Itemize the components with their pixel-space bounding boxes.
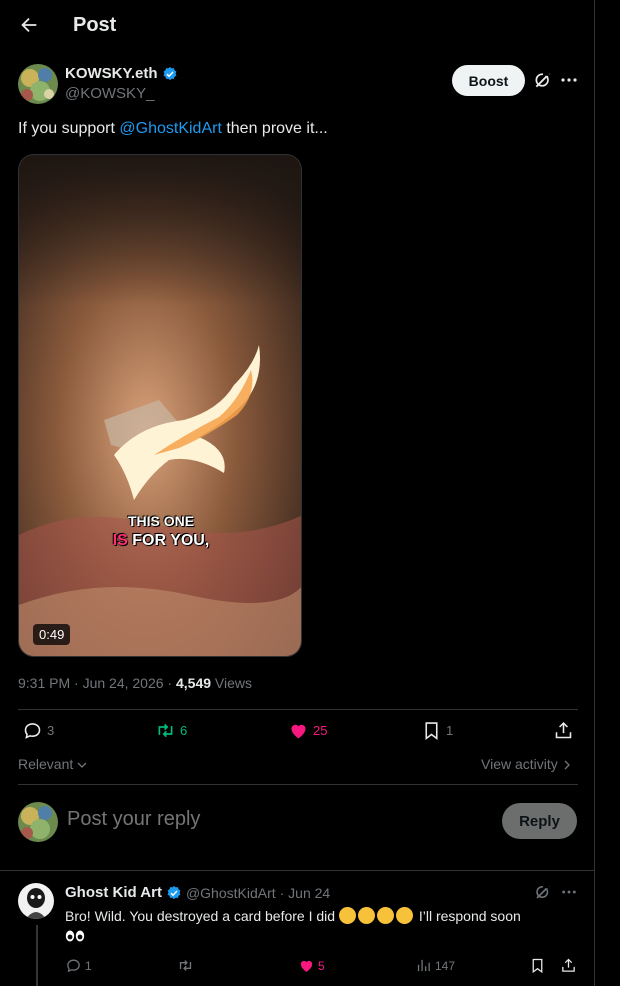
reply-views-count: 147: [435, 958, 456, 973]
reply-share-action[interactable]: [560, 957, 577, 974]
thread-line: [36, 925, 38, 986]
divider: [18, 709, 578, 710]
grok-icon[interactable]: [534, 883, 552, 901]
reply-button[interactable]: Reply: [502, 803, 577, 839]
back-arrow-icon[interactable]: [18, 14, 40, 36]
reply-reply-action[interactable]: 1: [65, 957, 92, 974]
share-action[interactable]: [553, 720, 574, 741]
chevron-right-icon: [564, 760, 570, 770]
view-activity-label: View activity: [481, 756, 558, 772]
reply-count: 3: [47, 723, 55, 738]
my-avatar: [18, 802, 58, 842]
like-icon: [291, 724, 306, 739]
laughing-emoji-icon: [338, 907, 356, 924]
like-action[interactable]: 25: [288, 720, 327, 741]
bookmark-icon: [425, 722, 438, 740]
sort-dropdown[interactable]: Relevant: [18, 756, 87, 772]
repost-count: 6: [180, 723, 188, 738]
reply-date[interactable]: · Jun 24: [280, 885, 331, 901]
reply-repost-action[interactable]: [177, 957, 194, 974]
column-border: [594, 0, 595, 986]
eyes-emoji-icon: [65, 930, 85, 942]
more-icon[interactable]: [561, 883, 577, 901]
author-info: KOWSKY.eth @KOWSKY_: [65, 65, 178, 102]
reply-text: Bro! Wild. You destroyed a card before I…: [65, 906, 575, 946]
verified-icon: [167, 885, 181, 899]
more-icon[interactable]: [560, 70, 578, 90]
author-name[interactable]: KOWSKY.eth: [65, 65, 158, 82]
reply-input[interactable]: [67, 808, 467, 831]
page-title: Post: [73, 14, 117, 36]
post-text-start: If you support: [18, 120, 120, 137]
repost-icon: [179, 960, 192, 971]
boost-button[interactable]: Boost: [452, 65, 525, 96]
caption-highlight: IS: [112, 532, 128, 549]
reply-actions: 1 5 147: [65, 957, 580, 977]
reply-like-count: 5: [318, 958, 325, 973]
divider: [18, 784, 578, 785]
caption-rest: FOR YOU,: [127, 532, 210, 549]
like-count: 25: [313, 723, 328, 738]
bookmark-count: 1: [446, 723, 454, 738]
share-icon: [555, 721, 572, 739]
post-text-end: then prove it...: [221, 120, 328, 137]
reply-author-name[interactable]: Ghost Kid Art: [65, 884, 162, 901]
post-meta: 9:31 PM · Jun 24, 2026 · 4,549 Views: [18, 675, 252, 691]
video-player[interactable]: THIS ONE IS FOR YOU, 0:49: [18, 154, 302, 657]
reply-post[interactable]: Ghost Kid Art @GhostKidArt · Jun 24 Bro!…: [0, 870, 594, 986]
laughing-emoji-icon: [376, 907, 394, 924]
author-avatar[interactable]: [18, 64, 58, 104]
reply-action[interactable]: 3: [22, 720, 54, 741]
mention-link[interactable]: @GhostKidArt: [119, 120, 222, 137]
post-text: If you support @GhostKidArt then prove i…: [18, 120, 328, 138]
repost-icon: [158, 723, 173, 738]
bookmark-action[interactable]: 1: [421, 720, 453, 741]
chevron-down-icon: [77, 762, 87, 768]
reply-author-row: Ghost Kid Art @GhostKidArt · Jun 24: [65, 884, 330, 901]
reply-author-handle[interactable]: @GhostKidArt: [186, 885, 276, 901]
share-icon: [562, 958, 575, 972]
reply-bookmark-action[interactable]: [529, 957, 546, 974]
reply-like-action[interactable]: 5: [298, 957, 325, 974]
sort-label: Relevant: [18, 756, 74, 772]
post-actions: 3 6 25 1: [18, 720, 578, 746]
reply-text-end: I’ll respond soon: [414, 908, 521, 924]
views-label: Views: [211, 675, 253, 691]
reply-author-avatar[interactable]: [18, 883, 54, 919]
like-icon: [300, 960, 313, 972]
reply-reply-count: 1: [85, 958, 92, 973]
video-caption-line1: THIS ONE: [127, 513, 195, 529]
grok-icon[interactable]: [533, 70, 553, 90]
reply-icon: [67, 959, 80, 973]
video-frame: [19, 155, 301, 656]
post-timestamp[interactable]: 9:31 PM · Jun 24, 2026 ·: [18, 675, 176, 691]
top-bar: Post: [0, 0, 594, 52]
laughing-emoji-icon: [357, 907, 375, 924]
reply-views-action[interactable]: 147: [415, 957, 455, 974]
author-handle[interactable]: @KOWSKY_: [65, 85, 178, 102]
bookmark-icon: [532, 958, 543, 974]
repost-action[interactable]: 6: [155, 720, 187, 741]
laughing-emoji-icon: [395, 907, 413, 924]
video-duration: 0:49: [33, 624, 71, 645]
video-caption-line2: IS FOR YOU,: [19, 532, 301, 550]
verified-icon: [163, 66, 176, 80]
views-icon: [417, 959, 430, 972]
reply-text-start: Bro! Wild. You destroyed a card before I…: [65, 908, 336, 924]
view-activity-link[interactable]: View activity: [481, 756, 571, 772]
reply-icon: [24, 723, 41, 739]
views-count: 4,549: [175, 675, 212, 691]
